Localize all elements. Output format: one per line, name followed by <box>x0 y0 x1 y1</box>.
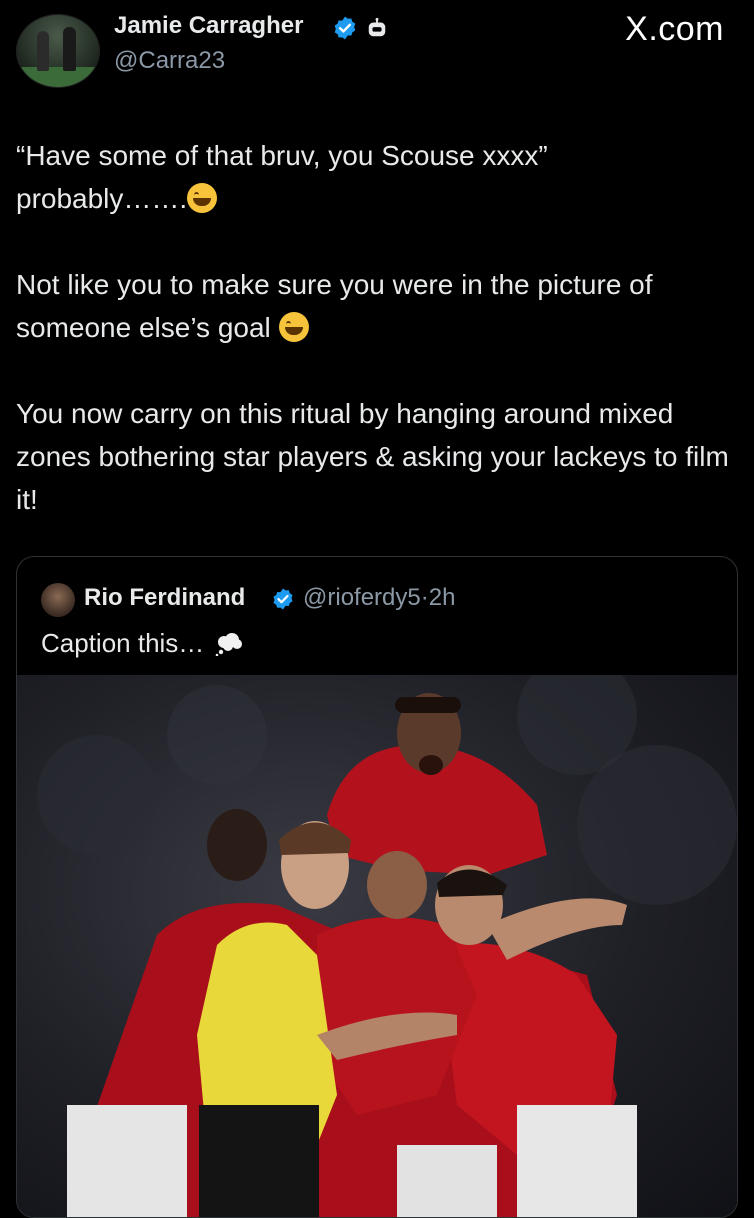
football-celebration-illustration <box>37 675 737 1217</box>
quoted-text: Caption this… <box>41 628 244 659</box>
author-name[interactable]: Jamie Carragher <box>114 12 303 40</box>
tweet-text-line: probably……. <box>16 183 188 214</box>
tears-of-joy-emoji-icon <box>187 183 218 213</box>
quoted-tweet-card[interactable]: Rio Ferdinand @rioferdy5·2h Caption this… <box>16 556 738 1218</box>
automated-account-icon <box>368 17 386 37</box>
quoted-handle[interactable]: @rioferdy5 <box>303 584 421 611</box>
tweet-paragraph: Not like you to make sure you were in th… <box>16 263 741 349</box>
grinning-sweat-emoji-icon <box>278 312 309 342</box>
x-brand-logo: X.com <box>625 10 724 48</box>
meta-separator: · <box>420 584 429 611</box>
avatar-figure <box>37 31 49 71</box>
avatar-grass <box>17 67 99 87</box>
tweet-body: “Have some of that bruv, you Scouse xxxx… <box>16 134 741 564</box>
avatar-figure <box>63 27 76 71</box>
tweet-paragraph: You now carry on this ritual by hanging … <box>16 392 741 521</box>
tweet-text-line: Not like you to make sure you were in th… <box>16 269 653 343</box>
quoted-author-avatar[interactable] <box>41 583 75 617</box>
verified-badge-icon <box>273 588 293 610</box>
attached-photo[interactable] <box>17 675 737 1217</box>
tweet-text-line: You now carry on this ritual by hanging … <box>16 398 729 515</box>
verified-badge-icon <box>334 16 356 40</box>
thought-balloon-emoji-icon <box>216 633 243 656</box>
author-avatar[interactable] <box>16 14 100 88</box>
quoted-author-name[interactable]: Rio Ferdinand <box>84 584 245 612</box>
tweet-paragraph: “Have some of that bruv, you Scouse xxxx… <box>16 134 741 220</box>
tweet-text-line: “Have some of that bruv, you Scouse xxxx… <box>16 140 548 171</box>
quoted-time[interactable]: 2h <box>429 584 456 611</box>
author-handle[interactable]: @Carra23 <box>114 47 225 75</box>
tweet-header: Jamie Carragher @Carra23 X.com <box>0 0 754 100</box>
quoted-meta: @rioferdy5·2h <box>303 584 455 612</box>
quoted-text-line: Caption this… <box>41 628 205 658</box>
